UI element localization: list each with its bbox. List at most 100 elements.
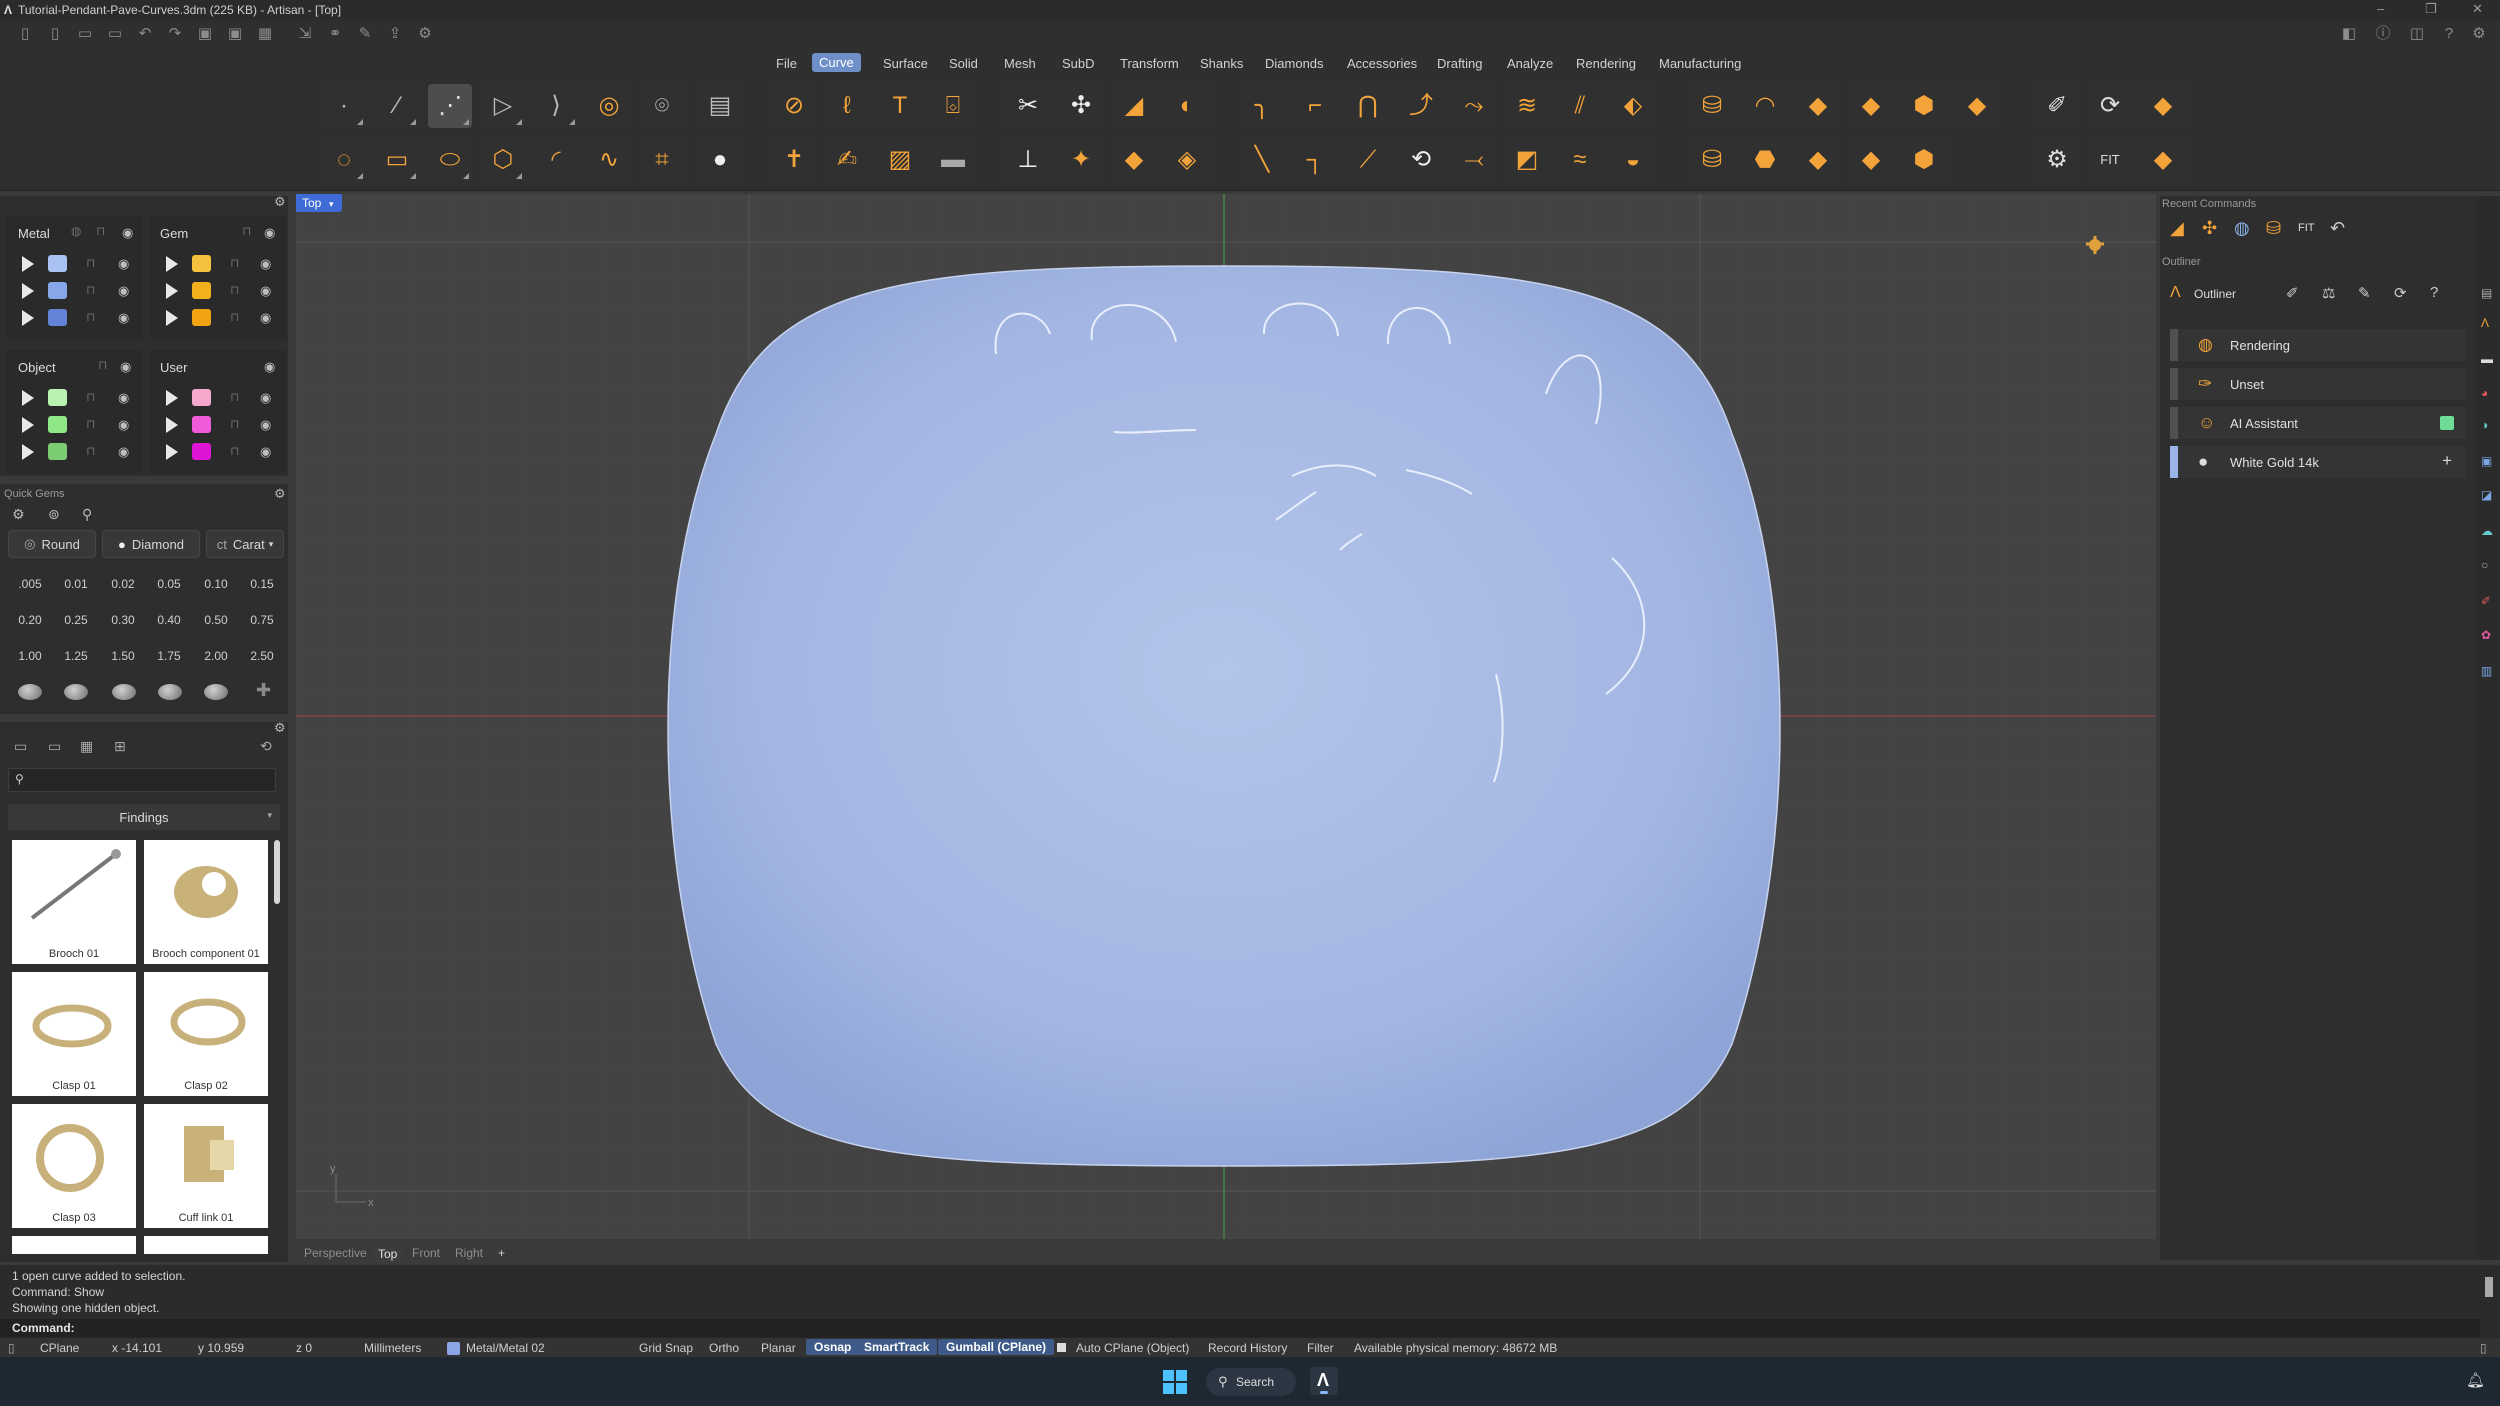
library-category-select[interactable]: Findings ▾ — [8, 804, 280, 830]
metal-material-icon[interactable]: ◍ — [71, 224, 83, 238]
library-refresh-icon[interactable]: ⟲ — [260, 738, 272, 755]
helix-icon[interactable]: ⌾ — [640, 84, 684, 128]
gem-expand-icon[interactable] — [166, 310, 178, 326]
settings-icon[interactable]: ⚙ — [2470, 25, 2488, 43]
gem-settings-icon[interactable]: ⚙ — [12, 506, 25, 523]
layers-settings-icon[interactable]: ⚙ — [274, 194, 286, 210]
gem-cut-pear-icon[interactable] — [204, 684, 228, 700]
library-add-folder-icon[interactable]: ▭ — [48, 738, 61, 755]
rotate-view-icon[interactable]: ⟳ — [2088, 84, 2132, 128]
menu-transform[interactable]: Transform — [1120, 56, 1179, 71]
trace-image-icon[interactable]: ✍ — [825, 138, 869, 182]
object-swatch-3[interactable] — [48, 443, 67, 460]
polyline-tool-icon[interactable]: ⋰ — [428, 84, 472, 128]
new-template-icon[interactable]: ▯ — [46, 25, 64, 43]
library-item[interactable] — [144, 1236, 268, 1254]
wave-curve-icon[interactable]: ≈ — [1558, 138, 1602, 182]
viewport-label[interactable]: Top ▾ — [296, 194, 342, 212]
library-item[interactable]: Clasp 02 — [144, 972, 268, 1096]
fit-icon[interactable]: FIT — [2088, 138, 2132, 182]
eye-icon[interactable]: ◉ — [260, 283, 276, 298]
gem-swatch-2[interactable] — [192, 282, 211, 299]
gem-visibility-icon[interactable]: ◉ — [264, 225, 280, 240]
open-folder-icon[interactable]: ▭ — [76, 25, 94, 43]
command-scrollbar[interactable] — [2485, 1277, 2493, 1297]
lock-icon[interactable]: ⊓ — [230, 310, 242, 324]
lock-icon[interactable]: ⊓ — [230, 283, 242, 297]
outliner-edit-icon[interactable]: ✎ — [2358, 284, 2371, 302]
gem-size-button[interactable]: 1.25 — [56, 644, 96, 668]
tab-front[interactable]: Front — [412, 1246, 440, 1260]
menu-file[interactable]: File — [776, 56, 797, 71]
library-item[interactable]: Brooch component 01 — [144, 840, 268, 964]
gem-size-button[interactable]: 0.50 — [196, 608, 236, 632]
gem-size-button[interactable]: 1.75 — [149, 644, 189, 668]
menu-manufacturing[interactable]: Manufacturing — [1659, 56, 1741, 71]
split-icon[interactable]: ⊥ — [1006, 138, 1050, 182]
gem-swatch-3[interactable] — [192, 309, 211, 326]
menu-accessories[interactable]: Accessories — [1347, 56, 1417, 71]
lock-icon[interactable]: ⊓ — [86, 310, 98, 324]
taskbar-artisan-app[interactable]: Λ — [1310, 1367, 1338, 1395]
gem-size-button[interactable]: 0.75 — [242, 608, 282, 632]
text-object-icon[interactable]: ⌺ — [931, 84, 975, 128]
eye-icon[interactable]: ◉ — [118, 283, 134, 298]
library-folder-icon[interactable]: ▭ — [14, 738, 27, 755]
trim-icon[interactable]: ✂ — [1006, 84, 1050, 128]
gem-cut-heart-icon[interactable] — [158, 684, 182, 700]
curve-from-mesh-icon[interactable]: ▤ — [698, 84, 742, 128]
menu-subd[interactable]: SubD — [1062, 56, 1095, 71]
gem-size-button[interactable]: 2.00 — [196, 644, 236, 668]
status-panel-toggle-icon[interactable]: ▯ — [2480, 1341, 2487, 1355]
library-item[interactable]: Clasp 01 — [12, 972, 136, 1096]
eye-icon[interactable]: ◉ — [260, 444, 276, 459]
tangent-curve-icon[interactable]: ⤙ — [1452, 138, 1496, 182]
gem-size-button[interactable]: 0.40 — [149, 608, 189, 632]
metal-expand-icon[interactable] — [22, 283, 34, 299]
attach-icon[interactable]: ✎ — [356, 25, 374, 43]
smooth-curve-icon[interactable]: ⟋ — [1346, 138, 1390, 182]
user-expand-icon[interactable] — [166, 417, 178, 433]
library-scrollbar[interactable] — [274, 840, 280, 904]
object-expand-icon[interactable] — [22, 444, 34, 460]
grid-snap-toggle[interactable]: Grid Snap — [639, 1341, 693, 1355]
add-gem-icon[interactable]: ✚ — [256, 680, 271, 701]
fillet-corners-icon[interactable]: ╲ — [1240, 138, 1284, 182]
outliner-balance-icon[interactable]: ⚖ — [2322, 284, 2335, 302]
box-icon[interactable]: ⬢ — [1902, 138, 1946, 182]
lock-icon[interactable]: ⊓ — [86, 256, 98, 270]
strip-help-icon[interactable]: ○ — [2481, 558, 2488, 572]
text-tool-icon[interactable]: T — [878, 84, 922, 128]
gem-expand-icon[interactable] — [166, 283, 178, 299]
join-curves-icon[interactable]: ◢ — [1112, 84, 1156, 128]
ortho-toggle[interactable]: Ortho — [709, 1341, 739, 1355]
pipe-icon[interactable]: ⬣ — [1743, 138, 1787, 182]
outliner-brush-icon[interactable]: ✐ — [2286, 284, 2299, 302]
status-cplane[interactable]: CPlane — [40, 1341, 79, 1355]
help-icon[interactable]: ? — [2440, 25, 2458, 43]
blend-curve-icon[interactable]: ℓ — [825, 84, 869, 128]
spiral-icon[interactable]: ◎ — [587, 84, 631, 128]
menu-rendering[interactable]: Rendering — [1576, 56, 1636, 71]
gem-size-button[interactable]: 0.20 — [10, 608, 50, 632]
rectangle-tool-icon[interactable]: ▭ — [375, 138, 419, 182]
library-item[interactable]: Brooch 01 — [12, 840, 136, 964]
notification-bell-icon[interactable]: 🔔︎ — [2466, 1371, 2485, 1389]
new-file-icon[interactable]: ▯ — [16, 25, 34, 43]
match-curve-icon[interactable]: ⤳ — [1452, 84, 1496, 128]
object-visibility-icon[interactable]: ◉ — [120, 359, 136, 374]
save-as-icon[interactable]: ▣ — [226, 25, 244, 43]
arc-tool-icon[interactable]: ◜ — [534, 138, 578, 182]
gem-lock-icon[interactable]: ⊓ — [242, 224, 254, 238]
bezel-icon[interactable]: ⬢ — [1902, 84, 1946, 128]
layers-mini-icon[interactable]: ◧ — [2340, 25, 2358, 43]
boolean-curve-icon[interactable]: ◐ — [1165, 84, 1209, 128]
recent-cylinder-icon[interactable]: ⛁ — [2266, 218, 2281, 239]
library-item[interactable]: Clasp 03 — [12, 1104, 136, 1228]
gem-material-select[interactable]: ● Diamond — [102, 530, 200, 558]
bend-icon[interactable]: ◠ — [1743, 84, 1787, 128]
command-input[interactable]: Command: — [0, 1319, 2480, 1337]
outliner-help-icon[interactable]: ? — [2430, 284, 2438, 301]
lock-icon[interactable]: ⊓ — [86, 417, 98, 431]
curve-on-surface-icon[interactable]: ◒ — [1611, 138, 1655, 182]
